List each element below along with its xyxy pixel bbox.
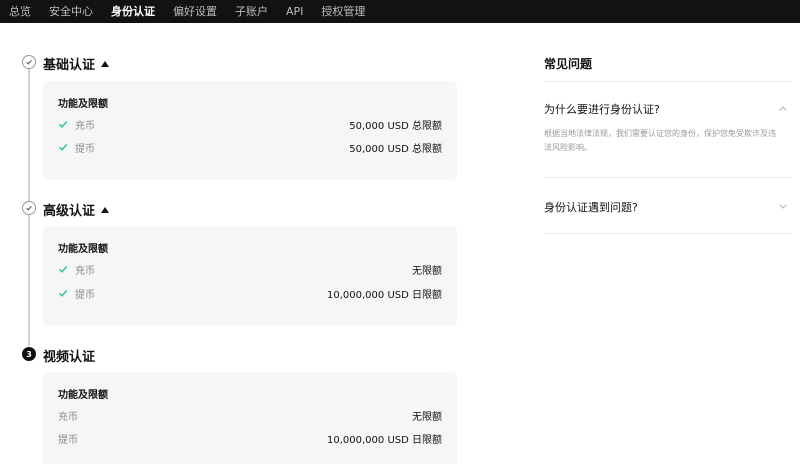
card-title: 功能及限额 <box>58 99 108 110</box>
nav-item-subaccount[interactable]: 子账户 <box>235 0 268 23</box>
faq-question-why[interactable]: 为什么要进行身份认证? <box>544 101 660 117</box>
chevron-down-icon[interactable] <box>778 201 788 211</box>
top-nav: 总览 安全中心 身份认证 偏好设置 子账户 API 授权管理 <box>0 0 800 23</box>
chevron-up-icon[interactable] <box>778 104 788 114</box>
collapse-caret-icon[interactable] <box>101 206 110 213</box>
collapse-caret-icon[interactable] <box>101 60 110 67</box>
nav-item-identity[interactable]: 身份认证 <box>111 0 155 23</box>
check-icon <box>26 206 32 211</box>
check-icon <box>58 266 68 273</box>
step-done-icon <box>22 201 36 215</box>
limit-row-withdraw: 提币 10,000,000 USD 日限额 <box>58 286 442 301</box>
faq-answer-why: 根据当地法律法规，我们需要认证您的身份，保护您免受欺诈及违法风险影响。 <box>544 129 776 152</box>
card-title: 功能及限额 <box>58 244 108 255</box>
check-icon <box>26 60 32 65</box>
faq-divider <box>544 81 792 82</box>
nav-item-api[interactable]: API <box>286 0 303 23</box>
limit-row-withdraw: 提币 10,000,000 USD 日限额 <box>58 434 442 446</box>
step-title-video: 视频认证 <box>43 350 96 365</box>
limit-row-deposit: 充币 无限额 <box>58 262 442 277</box>
check-icon <box>58 290 68 297</box>
check-icon <box>58 121 68 128</box>
check-icon <box>58 144 68 151</box>
nav-item-authorization[interactable]: 授权管理 <box>321 0 365 23</box>
card-title: 功能及限额 <box>58 390 108 401</box>
step-title-basic: 基础认证 <box>43 54 110 73</box>
step-done-icon <box>22 55 36 69</box>
limit-row-deposit: 充币 无限额 <box>58 411 442 423</box>
faq-divider <box>544 177 792 178</box>
step-number-badge: 3 <box>22 347 36 361</box>
limits-card-basic: 功能及限额 充币 50,000 USD 总限额 提币 50,000 USD 总限… <box>43 81 457 180</box>
step-title-advanced: 高级认证 <box>43 200 110 219</box>
faq-divider <box>544 233 792 234</box>
faq-heading: 常见问题 <box>544 57 593 71</box>
nav-item-security[interactable]: 安全中心 <box>49 0 93 23</box>
faq-question-problem[interactable]: 身份认证遇到问题? <box>544 199 638 215</box>
limit-row-deposit: 充币 50,000 USD 总限额 <box>58 117 442 132</box>
limit-row-withdraw: 提币 50,000 USD 总限额 <box>58 140 442 155</box>
limits-card-video: 功能及限额 充币 无限额 提币 10,000,000 USD 日限额 <box>43 372 457 464</box>
limits-card-advanced: 功能及限额 充币 无限额 提币 10,000,000 USD 日限额 <box>43 226 457 326</box>
nav-item-overview[interactable]: 总览 <box>9 0 31 23</box>
nav-item-preferences[interactable]: 偏好设置 <box>173 0 217 23</box>
